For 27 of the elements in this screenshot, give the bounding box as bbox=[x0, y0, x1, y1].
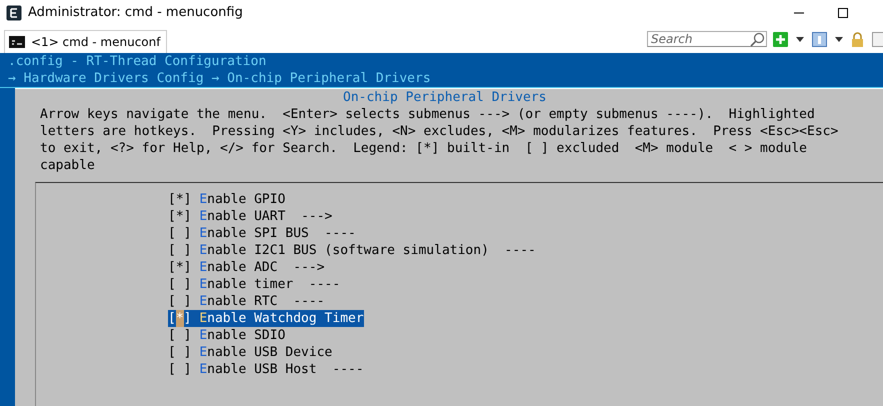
menu-item[interactable]: [ ] Enable USB Host ---- bbox=[168, 361, 364, 378]
menu-item[interactable]: [*] Enable GPIO bbox=[168, 191, 286, 208]
menu-item[interactable]: [ ] Enable RTC ---- bbox=[168, 293, 325, 310]
menu-item[interactable]: [ ] Enable timer ---- bbox=[168, 276, 340, 293]
breadcrumb: → Hardware Drivers Config → On-chip Peripheral Drivers bbox=[0, 70, 883, 88]
search-field[interactable]: Search bbox=[647, 31, 767, 47]
menu-item[interactable]: [ ] Enable SPI BUS ---- bbox=[168, 225, 356, 242]
window-title: Administrator: cmd - menuconfig bbox=[28, 5, 243, 20]
help-text: Arrow keys navigate the menu. <Enter> selects submenus ---> (or empty submenus ----). Highlighted letters are hotkeys. Pressing <Y> includes, <N> excludes, <M> modularizes features. Press <Esc><Esc> to exit, <?> for Help, </> for Search. Legend: [*] built-in [ ] excluded <M> module < > module capable bbox=[39, 106, 840, 174]
menu-item[interactable]: [ ] Enable I2C1 BUS (software simulation) ---- bbox=[168, 242, 536, 259]
menu-item[interactable]: [ ] Enable USB Device bbox=[168, 344, 332, 361]
lock-icon[interactable] bbox=[851, 32, 864, 46]
dialog-title: On-chip Peripheral Drivers bbox=[343, 90, 546, 105]
add-icon[interactable] bbox=[773, 32, 788, 46]
panel-icon[interactable] bbox=[872, 32, 883, 46]
caret-icon[interactable] bbox=[835, 36, 843, 42]
app-icon bbox=[6, 4, 22, 20]
caret-icon[interactable] bbox=[796, 36, 804, 42]
search-icon[interactable] bbox=[749, 32, 765, 48]
menu-item[interactable]: [*] Enable ADC ---> bbox=[168, 259, 325, 276]
config-header: .config - RT-Thread Configuration bbox=[7, 53, 268, 70]
window-icon[interactable] bbox=[812, 32, 827, 46]
menu-item[interactable]: [*] Enable UART ---> bbox=[168, 208, 332, 225]
menu-item[interactable]: [ ] Enable SDIO bbox=[168, 327, 286, 344]
console-tab[interactable]: <1> cmd - menuconf bbox=[4, 30, 168, 52]
console-icon bbox=[9, 36, 25, 48]
maximize-icon[interactable] bbox=[837, 6, 849, 18]
